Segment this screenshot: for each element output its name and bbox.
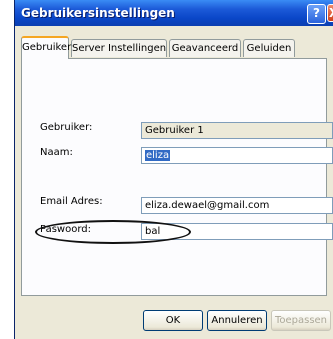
tab-geluiden[interactable]: Geluiden xyxy=(243,39,295,57)
title-bar[interactable]: Gebruikersinstellingen ? X xyxy=(15,0,333,26)
tab-strip: Gebruiker Server Instellingen Geavanceer… xyxy=(21,36,327,59)
tab-server-instellingen[interactable]: Server Instellingen xyxy=(71,39,167,57)
tab-gebruiker[interactable]: Gebruiker xyxy=(21,36,71,59)
window-title: Gebruikersinstellingen xyxy=(21,6,175,20)
naam-input[interactable]: eliza xyxy=(141,147,333,164)
tab-geavanceerd[interactable]: Geavanceerd xyxy=(169,39,241,57)
naam-input-value: eliza xyxy=(145,150,171,161)
close-button[interactable]: X xyxy=(327,4,333,22)
ok-button[interactable]: OK xyxy=(143,310,203,331)
email-input[interactable]: eliza.dewael@gmail.com xyxy=(141,197,333,214)
tab-panel-gebruiker xyxy=(21,58,327,296)
help-button[interactable]: ? xyxy=(307,4,326,24)
gebruiker-field: Gebruiker 1 xyxy=(141,122,333,139)
paswoord-label: Paswoord: xyxy=(40,224,91,235)
settings-dialog: Gebruikersinstellingen ? X Gebruiker Ser… xyxy=(14,0,333,339)
apply-button[interactable]: Toepassen xyxy=(271,310,331,331)
cancel-button[interactable]: Annuleren xyxy=(207,310,267,331)
email-label: Email Adres: xyxy=(40,196,103,207)
paswoord-input[interactable]: bal xyxy=(141,223,333,240)
naam-label: Naam: xyxy=(40,147,73,158)
gebruiker-label: Gebruiker: xyxy=(40,122,93,133)
